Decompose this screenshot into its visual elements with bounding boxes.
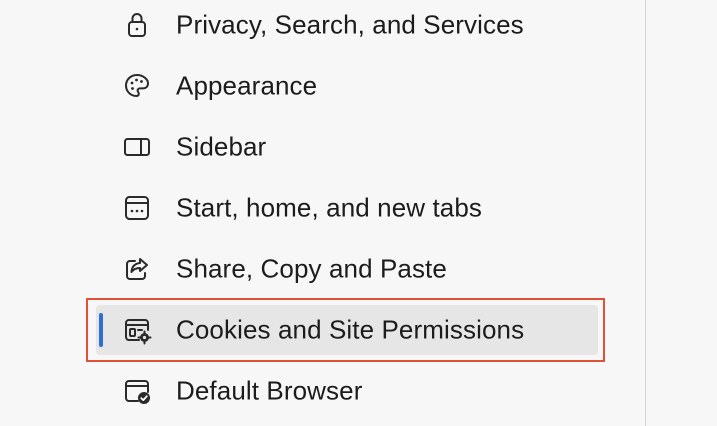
- sidebar-item-label: Sidebar: [176, 131, 267, 162]
- cookies-settings-icon: [121, 314, 153, 346]
- selection-indicator: [99, 313, 103, 347]
- sidebar-item-share[interactable]: Share, Copy and Paste: [96, 244, 598, 294]
- sidebar-item-label: Privacy, Search, and Services: [176, 9, 524, 40]
- sidebar-item-start-home[interactable]: Start, home, and new tabs: [96, 183, 598, 233]
- sidebar-item-label: Cookies and Site Permissions: [176, 314, 525, 345]
- panel-divider: [645, 0, 646, 426]
- sidebar-item-cookies[interactable]: Cookies and Site Permissions: [96, 305, 598, 355]
- sidebar-item-label: Default Browser: [176, 375, 363, 406]
- share-icon: [121, 253, 153, 285]
- sidebar-item-default-browser[interactable]: Default Browser: [96, 366, 598, 416]
- sidebar-item-privacy[interactable]: Privacy, Search, and Services: [96, 0, 598, 50]
- sidebar-item-appearance[interactable]: Appearance: [96, 61, 598, 111]
- sidebar-item-label: Start, home, and new tabs: [176, 192, 483, 223]
- home-tabs-icon: [121, 192, 153, 224]
- sidebar-icon: [121, 131, 153, 163]
- sidebar-item-label: Share, Copy and Paste: [176, 253, 447, 284]
- sidebar-item-sidebar[interactable]: Sidebar: [96, 122, 598, 172]
- sidebar-item-label: Appearance: [176, 70, 318, 101]
- palette-icon: [121, 70, 153, 102]
- settings-page: Privacy, Search, and Services Appearance: [0, 0, 717, 426]
- default-browser-icon: [121, 375, 153, 407]
- lock-icon: [121, 9, 153, 41]
